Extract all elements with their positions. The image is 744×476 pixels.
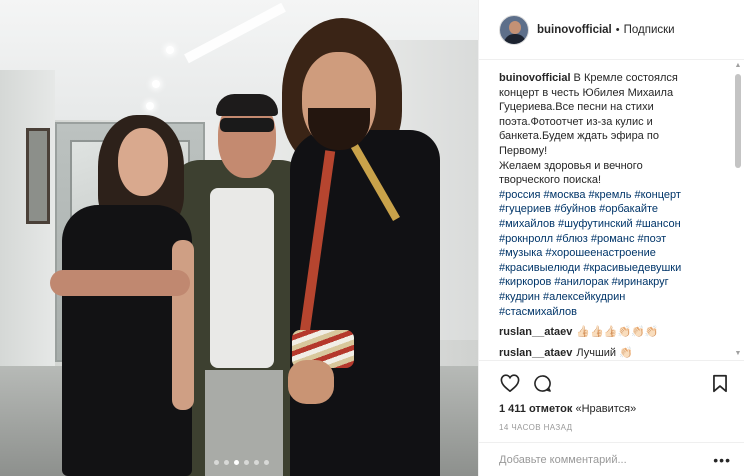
hashtag-link[interactable]: #орбакайте (599, 203, 658, 215)
bookmark-icon[interactable] (709, 372, 731, 394)
hashtag-link[interactable]: #романс (591, 233, 635, 245)
hashtag-link[interactable]: #стасмихайлов (499, 306, 577, 318)
hashtag-link[interactable]: #кремль (589, 189, 632, 201)
hashtag-link[interactable]: #москва (544, 189, 586, 201)
header-username[interactable]: buinovofficial (537, 24, 612, 36)
hashtag-link[interactable]: #кудрин (499, 291, 540, 303)
comment-item: ruslan__ataev 👍🏻👍🏻👍🏻👏🏻👏🏻👏🏻 (499, 325, 713, 340)
caption-line: Первому! (499, 144, 548, 157)
comments-scroll-area[interactable]: buinovofficial В Кремле состоялся концер… (479, 61, 744, 359)
post-photo[interactable] (0, 0, 478, 476)
user-avatar[interactable] (499, 14, 529, 45)
hashtag-link[interactable]: #концерт (635, 189, 681, 201)
caption-line: Гуцериева.Все песни на стихи (499, 101, 654, 114)
likes-number: 1 411 отметок (499, 403, 573, 415)
hashtag-link[interactable]: #блюз (556, 233, 588, 245)
carousel-dot[interactable] (234, 460, 239, 465)
post-actions: 1 411 отметок «Нравится» 14 часов назад (479, 360, 744, 432)
hashtag-link[interactable]: #шансон (636, 218, 681, 230)
photo-ceiling-light (146, 102, 154, 110)
more-options-icon[interactable]: ••• (713, 453, 731, 467)
hashtag-link[interactable]: #рокнролл (499, 233, 553, 245)
comment-text: Лучший 👏🏻 (576, 346, 633, 359)
photo-ceiling-light (152, 80, 160, 88)
heart-icon[interactable] (499, 372, 521, 394)
hashtag-link[interactable]: #анилорак (554, 276, 608, 288)
hashtag-link[interactable]: #россия (499, 189, 540, 201)
carousel-dot[interactable] (244, 460, 249, 465)
caption-line: В Кремле состоялся (570, 72, 678, 84)
comments-scrollbar[interactable]: ▲ ▼ (734, 62, 742, 358)
photo-person-middle-arm (50, 270, 190, 296)
comment-text: 👍🏻👍🏻👍🏻👏🏻👏🏻👏🏻 (576, 326, 659, 339)
hashtag-link[interactable]: #алексейкудрин (543, 291, 625, 303)
scroll-up-arrow-icon[interactable]: ▲ (734, 62, 742, 70)
hashtag-list: #россия #москва #кремль #концерт #гуцери… (499, 188, 713, 319)
photo-person-right-hand (288, 360, 334, 404)
post-header: buinovofficial • Подписки (479, 0, 744, 60)
hashtag-link[interactable]: #буйнов (554, 203, 596, 215)
comment-item: ruslan__ataev Лучший 👏🏻 (499, 346, 713, 359)
likes-count[interactable]: 1 411 отметок «Нравится» (499, 403, 731, 415)
scroll-down-arrow-icon[interactable]: ▼ (734, 350, 742, 358)
hashtag-link[interactable]: #хорошеенастроение (546, 247, 656, 259)
comment-bubble-icon[interactable] (531, 372, 553, 394)
follow-status-button[interactable]: Подписки (624, 24, 675, 36)
carousel-dot[interactable] (214, 460, 219, 465)
scrollbar-thumb[interactable] (735, 74, 741, 168)
hashtag-link[interactable]: #киркоров (499, 276, 551, 288)
hashtag-link[interactable]: #гуцериев (499, 203, 551, 215)
photo-left-wall (0, 70, 55, 400)
post-caption: buinovofficial В Кремле состоялся концер… (499, 71, 713, 188)
photo-person-middle-hair (216, 94, 278, 116)
photo-wall-picture (26, 128, 50, 224)
photo-person-middle-sunglasses (220, 118, 274, 132)
add-comment-bar: ••• (479, 442, 744, 476)
caption-username[interactable]: buinovofficial (499, 72, 571, 84)
hashtag-link[interactable]: #красивыедевушки (583, 262, 681, 274)
hashtag-link[interactable]: #михайлов (499, 218, 555, 230)
post-timestamp[interactable]: 14 часов назад (499, 423, 731, 432)
post-side-panel: buinovofficial • Подписки buinovofficial… (478, 0, 744, 476)
carousel-dot[interactable] (264, 460, 269, 465)
hashtag-link[interactable]: #поэт (638, 233, 667, 245)
instagram-post-modal: buinovofficial • Подписки buinovofficial… (0, 0, 744, 476)
likes-label: «Нравится» (572, 403, 637, 415)
add-comment-input[interactable] (499, 453, 714, 466)
action-icons-row (499, 370, 731, 396)
caption-line: творческого поиска! (499, 174, 602, 187)
hashtag-link[interactable]: #красивыелюди (499, 262, 580, 274)
caption-line: банкета.Будем ждать эфира по (499, 130, 659, 143)
comment-username[interactable]: ruslan__ataev (499, 326, 572, 338)
caption-line: поэта.Фотоотчет из-за кулис и (499, 115, 653, 128)
caption-line: концерт в честь Юбилея Михаила (499, 86, 674, 99)
photo-person-middle-shirt (210, 188, 274, 368)
photo-person-left-face (118, 128, 168, 196)
photo-person-left-arm (172, 240, 194, 410)
carousel-dot[interactable] (224, 460, 229, 465)
carousel-dots (214, 460, 269, 465)
carousel-dot[interactable] (254, 460, 259, 465)
hashtag-link[interactable]: #музыка (499, 247, 542, 259)
caption-line: Желаем здоровья и вечного (499, 159, 643, 172)
header-separator: • (615, 23, 620, 36)
hashtag-link[interactable]: #шуфутинский (558, 218, 633, 230)
hashtag-link[interactable]: #иринакруг (612, 276, 669, 288)
comment-username[interactable]: ruslan__ataev (499, 347, 572, 359)
photo-ceiling-light (166, 46, 174, 54)
